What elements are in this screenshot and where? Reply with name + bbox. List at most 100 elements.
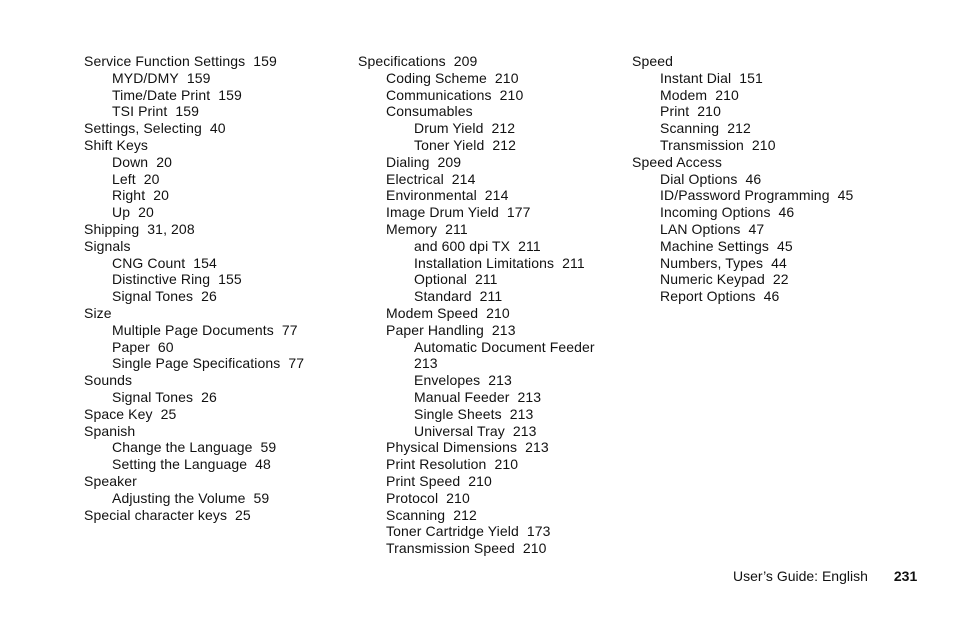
index-entry: Settings, Selecting 40 — [84, 120, 344, 137]
entry-term: MYD/DMY — [112, 69, 179, 86]
entry-page-ref: 210 — [715, 86, 739, 103]
index-subentry: Single Page Specifications 77 — [84, 355, 344, 372]
index-subentry: Signal Tones 26 — [84, 389, 344, 406]
entry-term: Modem — [660, 86, 708, 103]
index-subentry: Installation Limitations 211 — [358, 255, 628, 272]
index-subentry: Right 20 — [84, 187, 344, 204]
index-subentry: Signal Tones 26 — [84, 288, 344, 305]
entry-page-ref: 210 — [494, 456, 519, 473]
entry-page-ref: 25 — [160, 405, 177, 422]
entry-page-ref: 59 — [260, 439, 277, 456]
entry-term: Up — [112, 204, 131, 221]
entry-term: Left — [112, 170, 136, 187]
entry-page-ref: 213 — [491, 321, 516, 338]
entry-term: TSI Print — [112, 103, 168, 120]
entry-term: Right — [112, 187, 146, 204]
index-subentry: Scanning 212 — [632, 120, 892, 137]
entry-page-ref: 211 — [562, 254, 585, 271]
entry-term: Transmission Speed — [386, 540, 515, 557]
index-subentry: Environmental 214 — [358, 187, 628, 204]
index-subentry: Report Options 46 — [632, 288, 892, 305]
entry-page-ref: 48 — [255, 456, 271, 473]
index-entry: Shift Keys — [84, 137, 344, 154]
index-subentry: Paper Handling 213 — [358, 322, 628, 339]
entry-term: Instant Dial — [660, 69, 732, 86]
index-entry: Shipping 31, 208 — [84, 221, 344, 238]
index-subentry: Consumables — [358, 103, 628, 120]
index-subentry: Change the Language 59 — [84, 439, 344, 456]
entry-page-ref: 210 — [446, 489, 470, 506]
index-subentry: Dialing 209 — [358, 154, 628, 171]
index-subentry: Electrical 214 — [358, 171, 628, 188]
index-subentry: Physical Dimensions 213 — [358, 439, 628, 456]
entry-page-ref: 159 — [253, 53, 277, 69]
entry-page-ref: 46 — [763, 288, 780, 305]
index-subentry: Protocol 210 — [358, 490, 628, 507]
entry-term: Specifications — [358, 53, 446, 69]
index-subentry: 213 — [358, 355, 628, 372]
entry-term: Speaker — [84, 472, 137, 489]
entry-page-ref: 213 — [512, 422, 537, 439]
entry-term: Transmission — [660, 136, 744, 153]
entry-term: Service Function Settings — [84, 53, 246, 69]
entry-term: Shift Keys — [84, 136, 149, 153]
index-subentry: Adjusting the Volume 59 — [84, 490, 344, 507]
entry-term: Time/Date Print — [112, 86, 211, 103]
entry-term: Scanning — [386, 506, 446, 523]
index-subentry: Coding Scheme 210 — [358, 70, 628, 87]
entry-page-ref: 211 — [479, 288, 503, 305]
entry-page-ref: 59 — [253, 489, 270, 506]
index-subentry: Automatic Document Feeder — [358, 339, 628, 356]
entry-term: Report Options — [660, 288, 756, 305]
index-subentry: Image Drum Yield 177 — [358, 204, 628, 221]
index-subentry: Left 20 — [84, 171, 344, 188]
index-subentry: Numeric Keypad 22 — [632, 271, 892, 288]
entry-term: Electrical — [386, 170, 444, 187]
entry-term: Speed Access — [632, 153, 722, 170]
entry-term: ID/Password Programming — [660, 187, 830, 204]
index-column-2: Specifications 209 Coding Scheme 210 Communi… — [358, 53, 628, 557]
entry-page-ref: 210 — [468, 472, 492, 489]
index-entry: Size — [84, 305, 344, 322]
entry-page-ref: 159 — [175, 103, 200, 120]
entry-term: Signal Tones — [112, 288, 194, 305]
index-subentry: Modem 210 — [632, 87, 892, 104]
entry-page-ref: 210 — [697, 103, 721, 120]
index-subentry: Print Speed 210 — [358, 473, 628, 490]
entry-term: CNG Count — [112, 254, 186, 271]
index-subentry: Machine Settings 45 — [632, 238, 892, 255]
entry-page-ref: 25 — [235, 506, 251, 523]
entry-term: Numeric Keypad — [660, 271, 765, 288]
index-subentry: Setting the Language 48 — [84, 456, 344, 473]
entry-page-ref: 26 — [201, 388, 217, 405]
index-entry: Specifications 209 — [358, 53, 628, 70]
entry-page-ref: 214 — [451, 170, 476, 187]
entry-page-ref: 213 — [488, 372, 512, 389]
index-subentry: Manual Feeder 213 — [358, 389, 628, 406]
entry-term: Environmental — [386, 187, 477, 204]
entry-page-ref: 44 — [771, 254, 787, 271]
index-subentry: Transmission Speed 210 — [358, 540, 628, 557]
index-subentry: TSI Print 159 — [84, 103, 344, 120]
index-entry: Speed Access — [632, 154, 892, 171]
entry-term: 213 — [414, 355, 438, 372]
entry-page-ref: 77 — [288, 355, 305, 372]
entry-page-ref: 210 — [751, 136, 776, 153]
entry-term: Signal Tones — [112, 388, 194, 405]
entry-term: Multiple Page Documents — [112, 321, 274, 338]
entry-term: Modem Speed — [386, 304, 479, 321]
entry-page-ref: 40 — [209, 120, 226, 137]
entry-term: Toner Yield — [414, 136, 485, 153]
index-subentry: Print 210 — [632, 103, 892, 120]
index-subentry: Communications 210 — [358, 87, 628, 104]
index-subentry: Toner Cartridge Yield 173 — [358, 523, 628, 540]
entry-page-ref: 173 — [526, 523, 551, 540]
entry-term: Single Sheets — [414, 405, 502, 422]
entry-term: Communications — [386, 86, 492, 103]
index-entry: Speaker — [84, 473, 344, 490]
entry-term: Print Resolution — [386, 456, 487, 473]
index-subentry: Transmission 210 — [632, 137, 892, 154]
entry-term: Paper Handling — [386, 321, 484, 338]
index-subentry: MYD/DMY 159 — [84, 70, 344, 87]
index-subentry: Time/Date Print 159 — [84, 87, 344, 104]
